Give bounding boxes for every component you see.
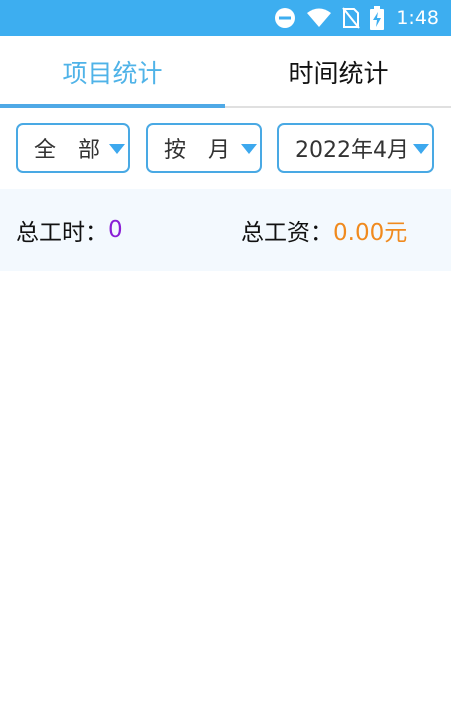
date-dropdown-label: 2022年4月 <box>295 138 409 163</box>
do-not-disturb-icon <box>275 8 296 28</box>
period-dropdown-label: 按 月 <box>164 138 231 163</box>
total-hours-label: 总工时： <box>16 220 108 246</box>
status-icons: 1:48 <box>274 0 439 36</box>
tab-project-stats[interactable]: 项目统计 <box>0 36 225 108</box>
status-bar: 1:48 <box>0 0 451 36</box>
total-wage-label: 总工资： <box>241 220 333 246</box>
scope-dropdown-label: 全 部 <box>34 138 101 163</box>
total-hours-value: 0 <box>108 217 123 243</box>
chevron-down-icon <box>241 144 257 154</box>
no-sim-icon <box>342 7 361 29</box>
chevron-down-icon <box>413 144 429 154</box>
status-time: 1:48 <box>396 7 439 29</box>
summary-panel: 总工时： 0 总工资： 0.00元 <box>0 189 451 271</box>
chevron-down-icon <box>109 144 125 154</box>
scope-dropdown[interactable]: 全 部 <box>16 123 130 173</box>
filter-bar: 全 部 按 月 2022年4月 <box>0 108 451 188</box>
total-hours: 总工时： 0 <box>16 189 123 271</box>
total-wage-value: 0.00元 <box>333 220 408 246</box>
wifi-icon <box>307 8 332 27</box>
date-dropdown[interactable]: 2022年4月 <box>277 123 434 173</box>
period-dropdown[interactable]: 按 月 <box>146 123 262 173</box>
tab-bar: 项目统计 时间统计 <box>0 36 451 108</box>
tab-time-stats[interactable]: 时间统计 <box>226 36 451 108</box>
battery-charging-icon <box>370 6 385 30</box>
total-wage: 总工资： 0.00元 <box>241 189 407 271</box>
